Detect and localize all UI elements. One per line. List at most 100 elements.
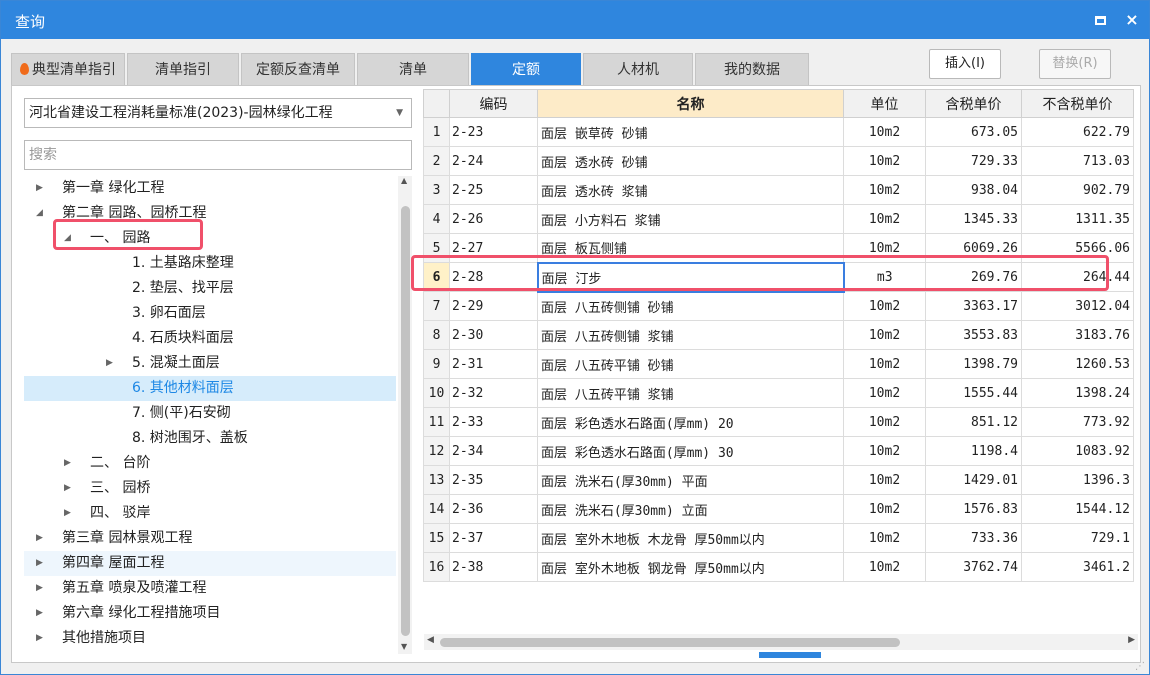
panel-splitter-handle[interactable] [759, 652, 821, 658]
table-row[interactable]: 9 2-31 面层 八五砖平铺 砂铺 10m2 1398.79 1260.53 [423, 349, 1134, 379]
cell-tax-price[interactable]: 3762.74 [925, 552, 1022, 582]
cell-unit[interactable]: 10m2 [843, 349, 926, 379]
cell-name[interactable]: 面层 八五砖平铺 浆铺 [537, 378, 844, 408]
cell-tax-price[interactable]: 3363.17 [925, 291, 1022, 321]
scrollbar-thumb[interactable] [401, 206, 410, 636]
maximize-button[interactable] [1089, 9, 1111, 31]
cell-tax-price[interactable]: 733.36 [925, 523, 1022, 553]
cell-notax-price[interactable]: 3012.04 [1021, 291, 1134, 321]
cell-tax-price[interactable]: 851.12 [925, 407, 1022, 437]
table-row[interactable]: 12 2-34 面层 彩色透水石路面(厚mm) 30 10m2 1198.4 1083.9… [423, 436, 1134, 466]
table-row[interactable]: 1 2-23 面层 嵌草砖 砂铺 10m2 673.05 622.79 [423, 117, 1134, 147]
tree-item[interactable]: ▶ 二、 台阶 [24, 451, 396, 476]
tree-item[interactable]: ▶ 第三章 园林景观工程 [24, 526, 396, 551]
table-row[interactable]: 15 2-37 面层 室外木地板 木龙骨 厚50mm以内 10m2 733.36 729.… [423, 523, 1134, 553]
cell-tax-price[interactable]: 938.04 [925, 175, 1022, 205]
table-row[interactable]: 14 2-36 面层 洗米石(厚30mm) 立面 10m2 1576.83 1544.12 [423, 494, 1134, 524]
column-header-tax-price[interactable]: 含税单价 [925, 89, 1022, 118]
cell-unit[interactable]: 10m2 [843, 117, 926, 147]
caret-right-icon[interactable]: ▶ [36, 576, 43, 601]
tree-item[interactable]: ▶ 三、 园桥 [24, 476, 396, 501]
cell-unit[interactable]: 10m2 [843, 320, 926, 350]
tree-item[interactable]: 7. 侧(平)石安砌 [24, 401, 396, 426]
tree-item[interactable]: 8. 树池围牙、盖板 [24, 426, 396, 451]
cell-code[interactable]: 2-23 [449, 117, 538, 147]
close-button[interactable]: × [1121, 9, 1143, 31]
tree-item[interactable]: 2. 垫层、找平层 [24, 276, 396, 301]
tree-scrollbar[interactable]: ▲ ▼ [398, 176, 412, 654]
cell-name[interactable]: 面层 室外木地板 木龙骨 厚50mm以内 [537, 523, 844, 553]
caret-right-icon[interactable]: ▶ [64, 451, 71, 476]
cell-unit[interactable]: 10m2 [843, 465, 926, 495]
caret-right-icon[interactable]: ▶ [36, 526, 43, 551]
tab-my-data[interactable]: 我的数据 [695, 53, 809, 85]
cell-name[interactable]: 面层 洗米石(厚30mm) 立面 [537, 494, 844, 524]
cell-notax-price[interactable]: 1544.12 [1021, 494, 1134, 524]
cell-code[interactable]: 2-32 [449, 378, 538, 408]
cell-name[interactable]: 面层 八五砖侧铺 砂铺 [537, 291, 844, 321]
tree-item[interactable]: ▶ 第四章 屋面工程 [24, 551, 396, 576]
column-header-notax-price[interactable]: 不含税单价 [1021, 89, 1134, 118]
tree-item[interactable]: 3. 卵石面层 [24, 301, 396, 326]
cell-name[interactable]: 面层 彩色透水石路面(厚mm) 20 [537, 407, 844, 437]
cell-unit[interactable]: 10m2 [843, 552, 926, 582]
cell-unit[interactable]: 10m2 [843, 378, 926, 408]
column-header-unit[interactable]: 单位 [843, 89, 926, 118]
library-select[interactable]: 河北省建设工程消耗量标准(2023)-园林绿化工程 ▼ [24, 98, 412, 128]
cell-notax-price[interactable]: 902.79 [1021, 175, 1134, 205]
scroll-up-icon[interactable]: ▲ [401, 176, 407, 185]
cell-name[interactable]: 面层 透水砖 砂铺 [537, 146, 844, 176]
cell-name[interactable]: 面层 洗米石(厚30mm) 平面 [537, 465, 844, 495]
table-row[interactable]: 10 2-32 面层 八五砖平铺 浆铺 10m2 1555.44 1398.24 [423, 378, 1134, 408]
cell-name[interactable]: 面层 透水砖 浆铺 [537, 175, 844, 205]
table-row[interactable]: 13 2-35 面层 洗米石(厚30mm) 平面 10m2 1429.01 1396.3 [423, 465, 1134, 495]
column-header-name[interactable]: 名称 [537, 89, 844, 118]
caret-right-icon[interactable]: ▶ [36, 626, 43, 651]
cell-notax-price[interactable]: 1398.24 [1021, 378, 1134, 408]
table-row[interactable]: 8 2-30 面层 八五砖侧铺 浆铺 10m2 3553.83 3183.76 [423, 320, 1134, 350]
scroll-right-icon[interactable]: ▶ [1128, 635, 1135, 645]
caret-down-icon[interactable]: ◢ [36, 201, 43, 226]
cell-unit[interactable]: 10m2 [843, 175, 926, 205]
cell-tax-price[interactable]: 673.05 [925, 117, 1022, 147]
cell-code[interactable]: 2-29 [449, 291, 538, 321]
cell-name[interactable]: 面层 八五砖侧铺 浆铺 [537, 320, 844, 350]
cell-code[interactable]: 2-30 [449, 320, 538, 350]
caret-right-icon[interactable]: ▶ [36, 176, 43, 201]
cell-code[interactable]: 2-35 [449, 465, 538, 495]
hscrollbar-thumb[interactable] [440, 638, 900, 647]
cell-code[interactable]: 2-31 [449, 349, 538, 379]
cell-name[interactable]: 面层 八五砖平铺 砂铺 [537, 349, 844, 379]
resize-grip-icon[interactable]: ⋰ [1135, 661, 1147, 673]
cell-notax-price[interactable]: 773.92 [1021, 407, 1134, 437]
cell-name[interactable]: 面层 彩色透水石路面(厚mm) 30 [537, 436, 844, 466]
cell-code[interactable]: 2-38 [449, 552, 538, 582]
search-input[interactable]: 搜索 [24, 140, 412, 170]
cell-notax-price[interactable]: 1311.35 [1021, 204, 1134, 234]
cell-tax-price[interactable]: 1345.33 [925, 204, 1022, 234]
tab-labor-material-machine[interactable]: 人材机 [583, 53, 693, 85]
cell-code[interactable]: 2-37 [449, 523, 538, 553]
tree-item[interactable]: ▶ 5. 混凝土面层 [24, 351, 396, 376]
cell-notax-price[interactable]: 713.03 [1021, 146, 1134, 176]
cell-code[interactable]: 2-25 [449, 175, 538, 205]
cell-notax-price[interactable]: 3183.76 [1021, 320, 1134, 350]
cell-name[interactable]: 面层 嵌草砖 砂铺 [537, 117, 844, 147]
cell-code[interactable]: 2-36 [449, 494, 538, 524]
cell-unit[interactable]: 10m2 [843, 204, 926, 234]
cell-notax-price[interactable]: 1083.92 [1021, 436, 1134, 466]
cell-unit[interactable]: 10m2 [843, 407, 926, 437]
insert-button[interactable]: 插入(I) [929, 49, 1001, 79]
cell-notax-price[interactable]: 3461.2 [1021, 552, 1134, 582]
grid-hscrollbar[interactable]: ◀ ▶ [424, 634, 1138, 650]
cell-notax-price[interactable]: 729.1 [1021, 523, 1134, 553]
tab-list-guide[interactable]: 清单指引 [127, 53, 239, 85]
cell-tax-price[interactable]: 3553.83 [925, 320, 1022, 350]
cell-unit[interactable]: 10m2 [843, 523, 926, 553]
table-row[interactable]: 7 2-29 面层 八五砖侧铺 砂铺 10m2 3363.17 3012.04 [423, 291, 1134, 321]
tab-list[interactable]: 清单 [357, 53, 469, 85]
cell-unit[interactable]: 10m2 [843, 291, 926, 321]
cell-tax-price[interactable]: 1555.44 [925, 378, 1022, 408]
replace-button[interactable]: 替换(R) [1039, 49, 1111, 79]
tab-quota-reverse-lookup[interactable]: 定额反查清单 [241, 53, 355, 85]
